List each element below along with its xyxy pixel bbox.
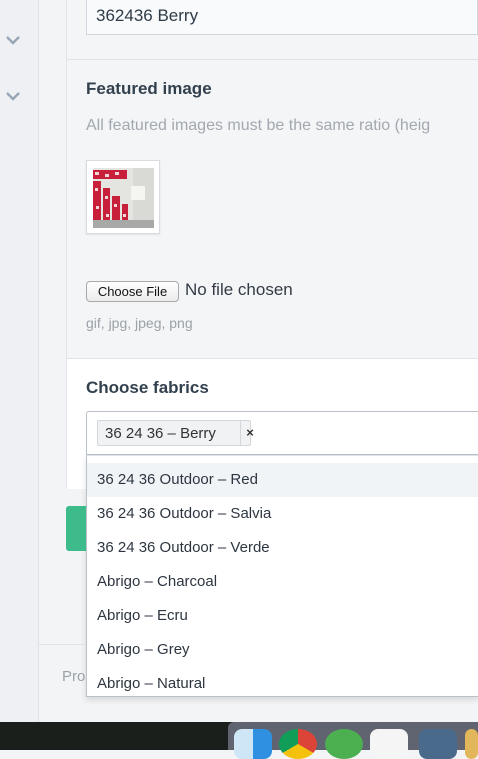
file-status: No file chosen	[185, 280, 293, 299]
dropdown-option[interactable]: 36 24 36 Outdoor – Salvia	[87, 497, 478, 531]
sidebar	[0, 0, 39, 722]
app-icon[interactable]	[465, 729, 478, 759]
dropdown-option[interactable]: Abrigo – Ecru	[87, 599, 478, 633]
selected-fabric-label: 36 24 36 – Berry	[105, 425, 216, 442]
featured-image-thumbnail[interactable]	[86, 160, 160, 234]
fabrics-multiselect[interactable]: 36 24 36 – Berry ×	[86, 411, 478, 455]
dropdown-option[interactable]: Abrigo – Grey	[87, 633, 478, 667]
dropdown-option[interactable]: Abrigo – Charcoal	[87, 565, 478, 599]
fabrics-dropdown: 36 24 36 Outdoor – Red 36 24 36 Outdoor …	[86, 455, 478, 697]
dropdown-option[interactable]: Abrigo – Natural	[87, 667, 478, 696]
dropdown-option[interactable]: 36 24 36 Outdoor – Red	[87, 463, 478, 497]
featured-image-heading: Featured image	[86, 79, 212, 98]
submit-button[interactable]	[66, 506, 86, 551]
android-studio-icon[interactable]	[325, 729, 363, 759]
dock	[0, 722, 478, 759]
finder-icon[interactable]	[234, 729, 272, 759]
dock-shelf	[228, 722, 478, 759]
chrome-icon[interactable]	[279, 729, 317, 759]
featured-image-hint: All featured images must be the same rat…	[86, 117, 431, 134]
remove-tag-icon[interactable]: ×	[240, 421, 259, 445]
footer-divider	[38, 644, 86, 645]
selected-fabric-tag: 36 24 36 – Berry ×	[97, 420, 254, 446]
curtain-photo-icon	[93, 168, 154, 228]
choose-fabrics-heading: Choose fabrics	[86, 378, 209, 397]
chevron-down-icon[interactable]	[5, 34, 21, 46]
name-field[interactable]: 362436 Berry	[86, 0, 478, 35]
sketch-icon[interactable]	[370, 729, 408, 759]
choose-file-button[interactable]: Choose File	[86, 281, 179, 302]
section-divider	[67, 59, 478, 60]
xcode-icon[interactable]	[419, 729, 457, 759]
chevron-down-icon[interactable]	[5, 90, 21, 102]
footer-text: Pro	[62, 668, 86, 685]
allowed-file-types: gif, jpg, jpeg, png	[86, 315, 193, 331]
dropdown-option[interactable]: 36 24 36 Outdoor – Verde	[87, 531, 478, 565]
